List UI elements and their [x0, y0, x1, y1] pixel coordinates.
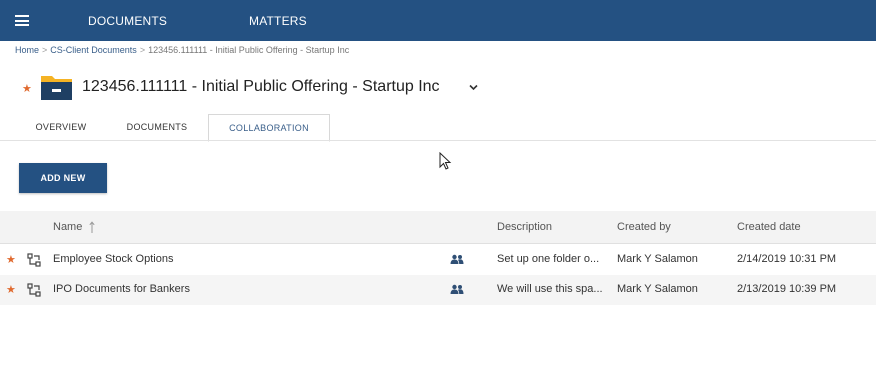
- row-created-by: Mark Y Salamon: [617, 253, 698, 265]
- chevron-down-icon[interactable]: [469, 84, 478, 91]
- page-title: 123456.111111 - Initial Public Offering …: [82, 78, 440, 95]
- collaboration-space-icon: [27, 253, 41, 267]
- row-created-by: Mark Y Salamon: [617, 283, 698, 295]
- row-description: Set up one folder o...: [497, 253, 600, 265]
- column-header-created-date[interactable]: Created date: [737, 221, 801, 233]
- breadcrumb-current: 123456.111111 - Initial Public Offering …: [148, 45, 350, 55]
- add-new-button[interactable]: ADD NEW: [19, 163, 107, 193]
- people-icon[interactable]: [450, 254, 464, 265]
- breadcrumb-home[interactable]: Home: [15, 45, 39, 55]
- menu-icon[interactable]: [15, 15, 29, 26]
- tab-divider: [0, 140, 876, 141]
- breadcrumb-client-documents[interactable]: CS-Client Documents: [50, 45, 137, 55]
- star-icon[interactable]: ★: [6, 283, 16, 296]
- mouse-cursor-icon: [439, 152, 452, 170]
- people-icon[interactable]: [450, 284, 464, 295]
- breadcrumb-separator: >: [139, 45, 146, 55]
- nav-matters[interactable]: MATTERS: [249, 14, 307, 28]
- tab-documents[interactable]: DOCUMENTS: [118, 114, 196, 140]
- row-description: We will use this spa...: [497, 283, 603, 295]
- row-created-date: 2/14/2019 10:31 PM: [737, 253, 837, 265]
- table-header: Name Description Created by Created date: [0, 211, 876, 244]
- tab-overview[interactable]: OVERVIEW: [28, 114, 94, 140]
- row-name[interactable]: Employee Stock Options: [53, 253, 173, 265]
- table-row[interactable]: ★ Employee Stock Options Set up one fold…: [0, 245, 876, 275]
- star-icon[interactable]: ★: [22, 82, 32, 95]
- tab-collaboration[interactable]: COLLABORATION: [208, 114, 330, 142]
- folder-icon: [41, 76, 72, 100]
- star-icon[interactable]: ★: [6, 253, 16, 266]
- column-header-name[interactable]: Name: [53, 221, 82, 233]
- row-created-date: 2/13/2019 10:39 PM: [737, 283, 837, 295]
- breadcrumb: Home > CS-Client Documents >123456.111111 -…: [15, 45, 349, 55]
- collaboration-space-icon: [27, 283, 41, 297]
- top-nav-bar: DOCUMENTS MATTERS: [0, 0, 876, 41]
- sort-ascending-icon[interactable]: [89, 221, 95, 234]
- nav-documents[interactable]: DOCUMENTS: [88, 14, 167, 28]
- table-row[interactable]: ★ IPO Documents for Bankers We will use …: [0, 275, 876, 305]
- row-name[interactable]: IPO Documents for Bankers: [53, 283, 190, 295]
- breadcrumb-separator: >: [42, 45, 48, 55]
- column-header-description[interactable]: Description: [497, 221, 552, 233]
- column-header-created-by[interactable]: Created by: [617, 221, 671, 233]
